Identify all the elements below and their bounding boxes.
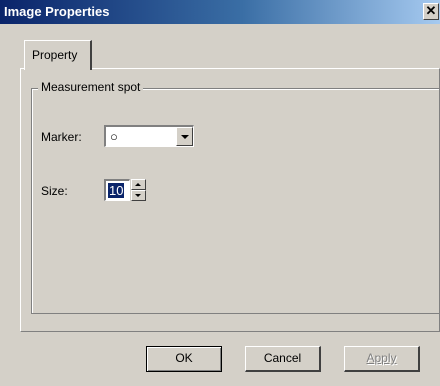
marker-value: ○ (110, 129, 118, 144)
close-icon: ✕ (425, 3, 437, 18)
spin-down-icon (135, 194, 141, 197)
tab-property-label: Property (32, 48, 78, 62)
size-label: Size: (41, 184, 68, 198)
size-decrement-button[interactable] (131, 190, 146, 201)
cancel-button[interactable]: Cancel (245, 346, 321, 372)
measurement-spot-group-label: Measurement spot (38, 80, 144, 94)
spin-up-icon (135, 183, 141, 186)
apply-button[interactable]: Apply (344, 346, 420, 372)
size-value: 10 (108, 183, 125, 198)
size-increment-button[interactable] (131, 179, 146, 190)
marker-dropdown-button[interactable] (176, 127, 193, 146)
tab-property[interactable]: Property (24, 40, 92, 70)
ok-button[interactable]: OK (146, 346, 222, 372)
image-properties-dialog: Image Properties ✕ Property Measurement … (0, 0, 440, 386)
window-title: Image Properties (4, 4, 110, 19)
size-input[interactable]: 10 (104, 179, 130, 201)
marker-dropdown[interactable]: ○ (104, 125, 194, 147)
apply-button-label: Apply (366, 351, 397, 365)
title-bar[interactable]: Image Properties ✕ (0, 0, 440, 24)
measurement-spot-group (31, 88, 440, 314)
marker-label: Marker: (41, 130, 82, 144)
close-button[interactable]: ✕ (423, 3, 439, 20)
chevron-down-icon (181, 135, 189, 139)
